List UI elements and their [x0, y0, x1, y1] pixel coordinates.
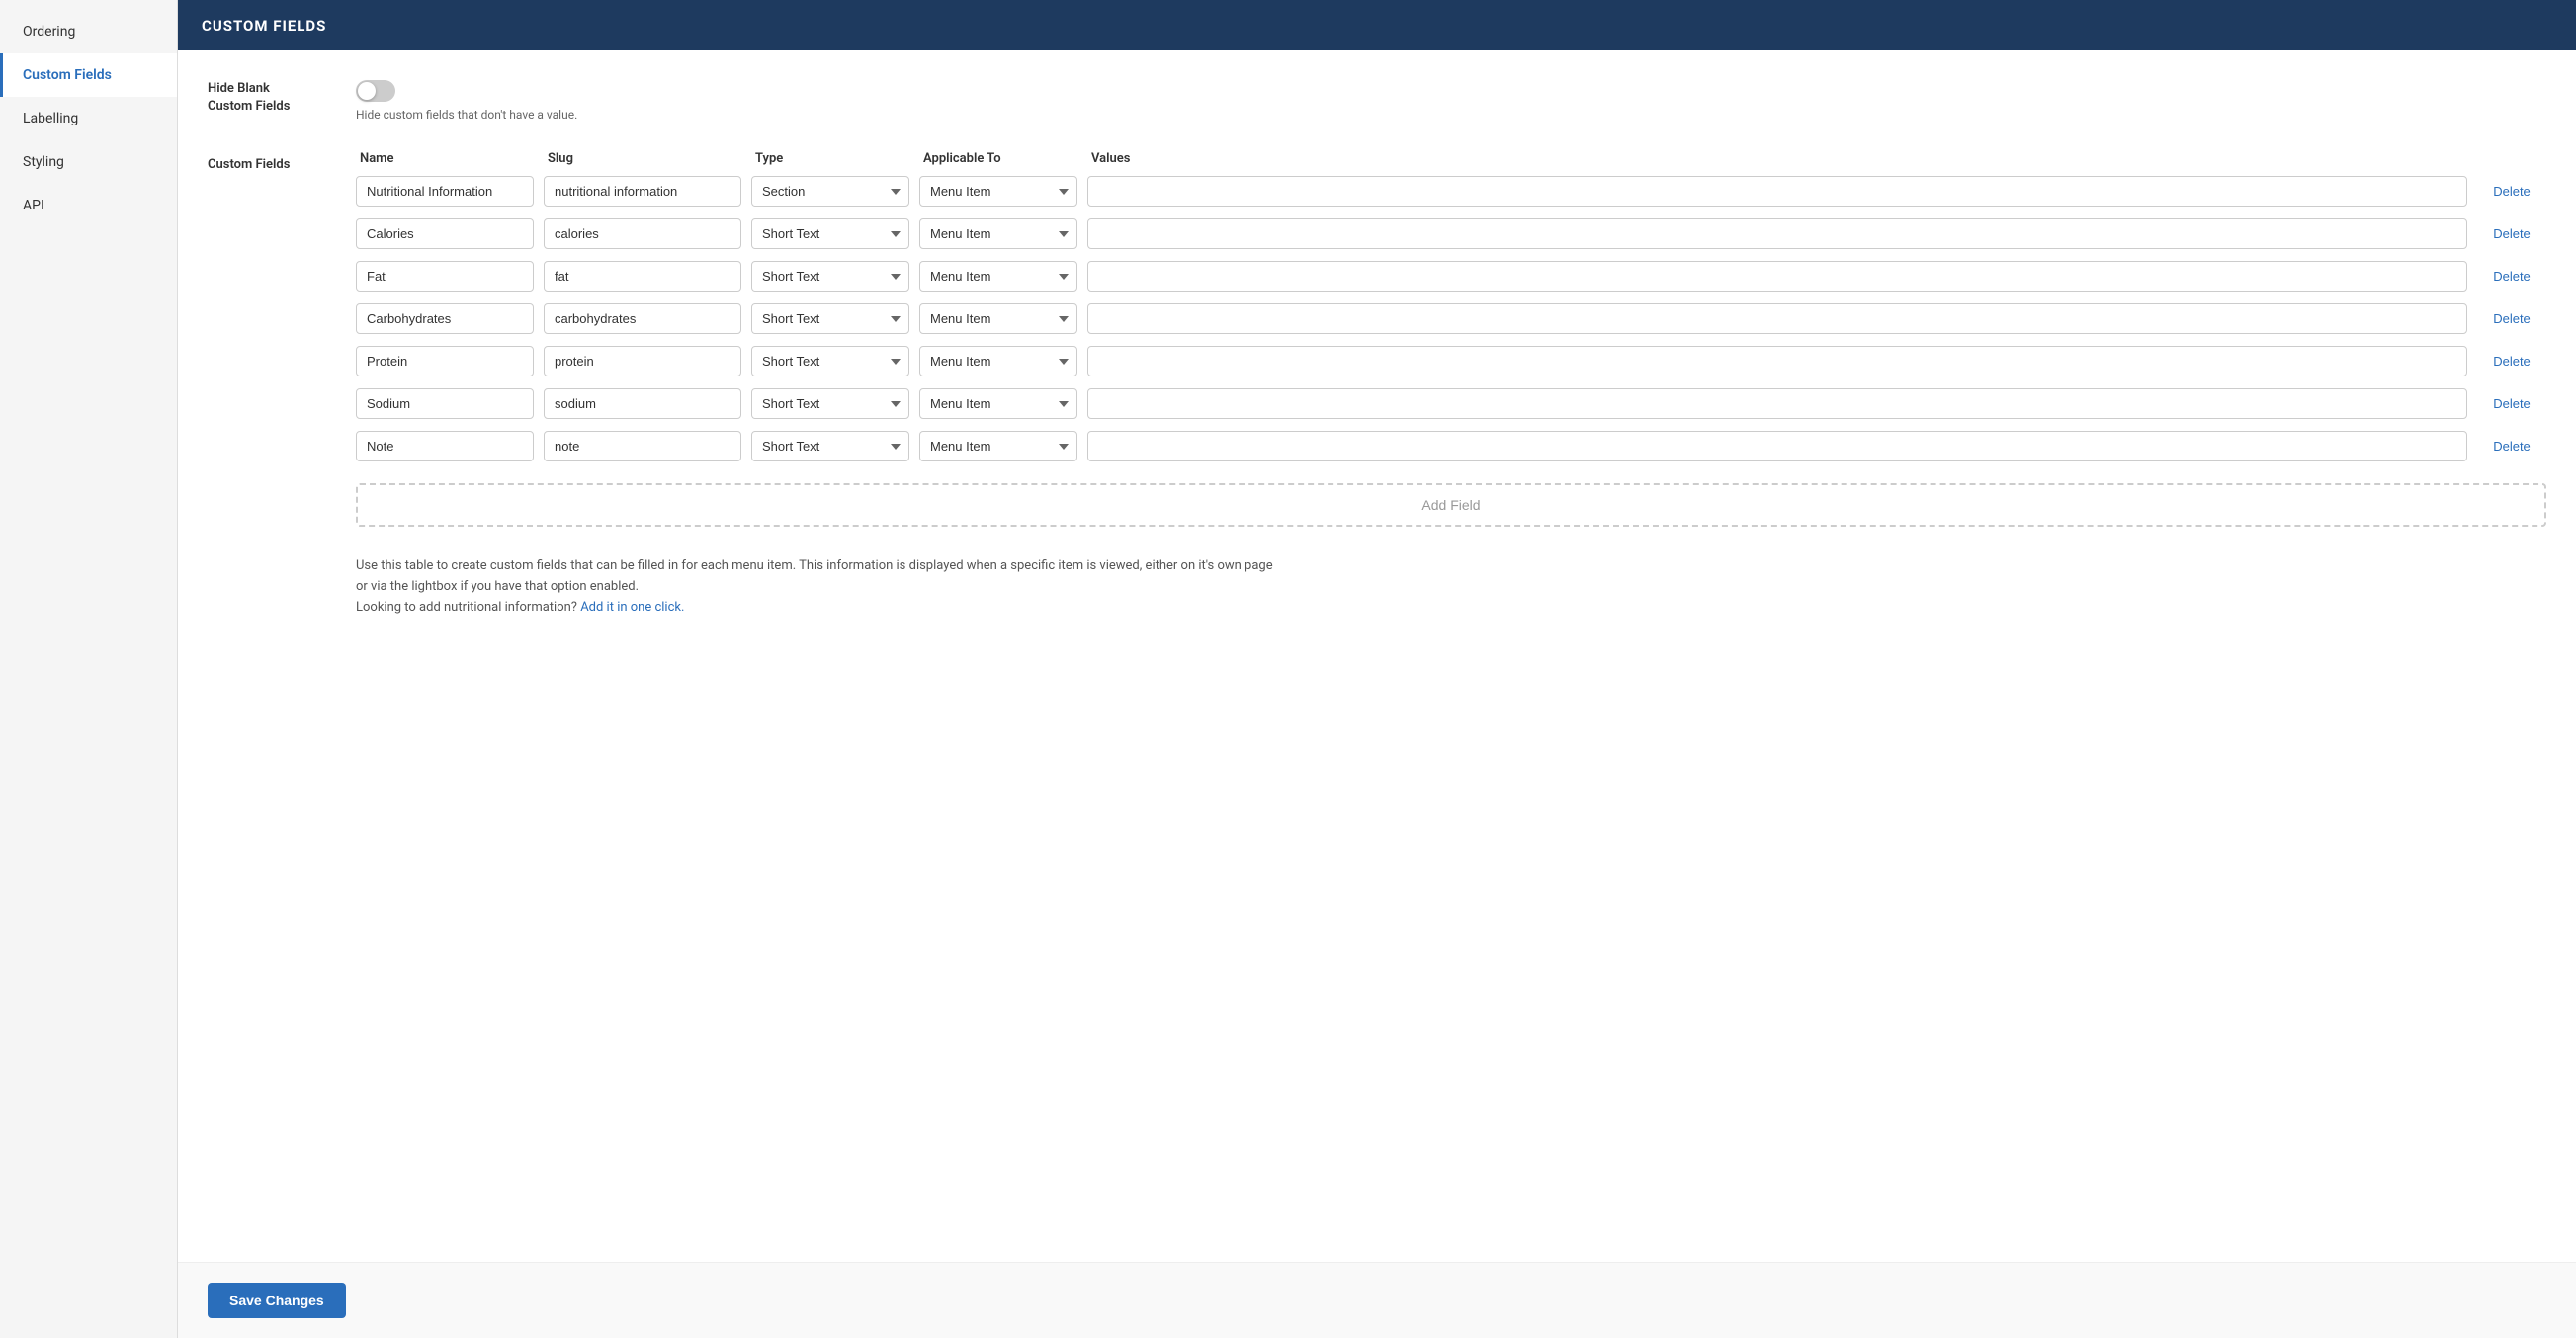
values-input[interactable] — [1087, 176, 2467, 207]
save-button[interactable]: Save Changes — [208, 1283, 346, 1318]
applicable-to-select[interactable]: Menu ItemCategory — [919, 346, 1077, 376]
page-title: CUSTOM FIELDS — [202, 17, 326, 35]
custom-fields-label: Custom Fields — [208, 151, 336, 172]
hide-blank-section: Hide Blank Custom Fields Hide custom fie… — [208, 80, 2546, 122]
type-select[interactable]: SectionShort TextLong TextNumberBoolean — [751, 346, 909, 376]
values-input[interactable] — [1087, 346, 2467, 376]
hide-blank-toggle[interactable] — [356, 80, 395, 102]
table-row: SectionShort TextLong TextNumberBoolean M… — [356, 431, 2546, 461]
custom-fields-section: Custom Fields Name Slug Type Applicable … — [208, 151, 2546, 618]
header-values: Values — [1091, 151, 2463, 166]
delete-button[interactable]: Delete — [2477, 226, 2546, 241]
delete-button[interactable]: Delete — [2477, 354, 2546, 369]
delete-button[interactable]: Delete — [2477, 311, 2546, 326]
applicable-to-select[interactable]: Menu ItemCategory — [919, 261, 1077, 292]
description-text: Use this table to create custom fields t… — [356, 556, 2546, 618]
add-field-button[interactable]: Add Field — [356, 483, 2546, 527]
sidebar-item-api[interactable]: API — [0, 184, 177, 227]
footer: Save Changes — [178, 1262, 2576, 1338]
type-select[interactable]: SectionShort TextLong TextNumberBoolean — [751, 261, 909, 292]
delete-button[interactable]: Delete — [2477, 396, 2546, 411]
name-input[interactable] — [356, 176, 534, 207]
applicable-to-select[interactable]: Menu ItemCategory — [919, 303, 1077, 334]
type-select[interactable]: SectionShort TextLong TextNumberBoolean — [751, 218, 909, 249]
add-nutritional-link[interactable]: Add it in one click. — [580, 600, 684, 615]
name-input[interactable] — [356, 303, 534, 334]
slug-input[interactable] — [544, 218, 741, 249]
custom-fields-table: Name Slug Type Applicable To Values Sect… — [356, 151, 2546, 618]
type-select[interactable]: SectionShort TextLong TextNumberBoolean — [751, 176, 909, 207]
sidebar-item-styling[interactable]: Styling — [0, 140, 177, 184]
applicable-to-select[interactable]: Menu ItemCategory — [919, 431, 1077, 461]
applicable-to-select[interactable]: Menu ItemCategory — [919, 218, 1077, 249]
delete-button[interactable]: Delete — [2477, 184, 2546, 199]
header-slug: Slug — [548, 151, 745, 166]
header-applicable-to: Applicable To — [923, 151, 1081, 166]
type-select[interactable]: SectionShort TextLong TextNumberBoolean — [751, 431, 909, 461]
delete-button[interactable]: Delete — [2477, 439, 2546, 454]
name-input[interactable] — [356, 218, 534, 249]
applicable-to-select[interactable]: Menu ItemCategory — [919, 388, 1077, 419]
table-rows: SectionShort TextLong TextNumberBoolean M… — [356, 176, 2546, 461]
values-input[interactable] — [1087, 431, 2467, 461]
values-input[interactable] — [1087, 303, 2467, 334]
main-content: CUSTOM FIELDS Hide Blank Custom Fields H… — [178, 0, 2576, 1338]
content-area: Hide Blank Custom Fields Hide custom fie… — [178, 50, 2576, 1262]
slug-input[interactable] — [544, 176, 741, 207]
header-actions — [2473, 151, 2542, 166]
type-select[interactable]: SectionShort TextLong TextNumberBoolean — [751, 303, 909, 334]
values-input[interactable] — [1087, 261, 2467, 292]
hide-blank-right: Hide custom fields that don't have a val… — [356, 80, 577, 122]
name-input[interactable] — [356, 261, 534, 292]
table-row: SectionShort TextLong TextNumberBoolean M… — [356, 388, 2546, 419]
table-row: SectionShort TextLong TextNumberBoolean M… — [356, 303, 2546, 334]
name-input[interactable] — [356, 388, 534, 419]
values-input[interactable] — [1087, 218, 2467, 249]
page-header: CUSTOM FIELDS — [178, 0, 2576, 50]
table-row: SectionShort TextLong TextNumberBoolean M… — [356, 261, 2546, 292]
name-input[interactable] — [356, 431, 534, 461]
table-row: SectionShort TextLong TextNumberBoolean M… — [356, 176, 2546, 207]
slug-input[interactable] — [544, 346, 741, 376]
header-name: Name — [360, 151, 538, 166]
slug-input[interactable] — [544, 431, 741, 461]
sidebar-item-labelling[interactable]: Labelling — [0, 97, 177, 140]
type-select[interactable]: SectionShort TextLong TextNumberBoolean — [751, 388, 909, 419]
name-input[interactable] — [356, 346, 534, 376]
table-row: SectionShort TextLong TextNumberBoolean M… — [356, 218, 2546, 249]
hide-blank-description: Hide custom fields that don't have a val… — [356, 108, 577, 122]
slug-input[interactable] — [544, 303, 741, 334]
sidebar-item-custom-fields[interactable]: Custom Fields — [0, 53, 177, 97]
sidebar: Ordering Custom Fields Labelling Styling… — [0, 0, 178, 1338]
header-type: Type — [755, 151, 913, 166]
applicable-to-select[interactable]: Menu ItemCategory — [919, 176, 1077, 207]
table-headers: Name Slug Type Applicable To Values — [356, 151, 2546, 166]
sidebar-item-ordering[interactable]: Ordering — [0, 10, 177, 53]
values-input[interactable] — [1087, 388, 2467, 419]
slug-input[interactable] — [544, 388, 741, 419]
delete-button[interactable]: Delete — [2477, 269, 2546, 284]
slug-input[interactable] — [544, 261, 741, 292]
hide-blank-label: Hide Blank Custom Fields — [208, 80, 336, 116]
table-row: SectionShort TextLong TextNumberBoolean M… — [356, 346, 2546, 376]
